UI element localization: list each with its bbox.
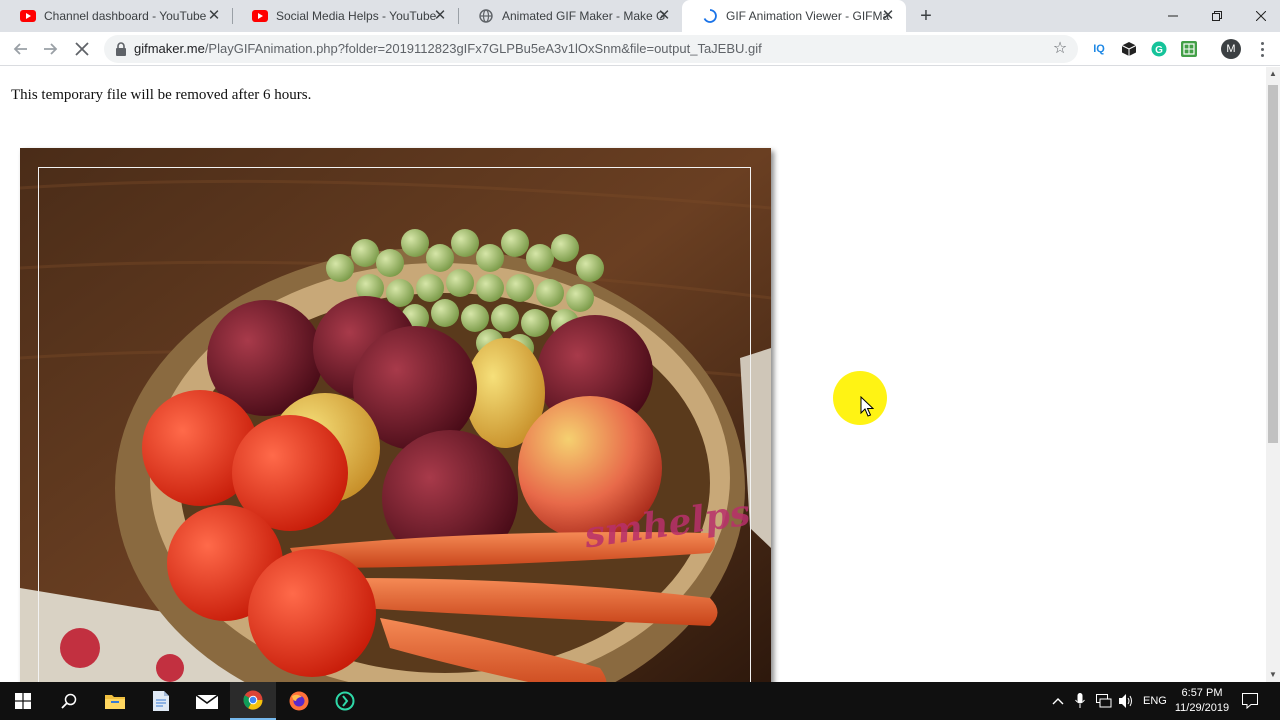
show-hidden-icons-icon[interactable] (1052, 682, 1064, 720)
network-icon[interactable] (1096, 682, 1112, 720)
restore-button[interactable] (1194, 0, 1240, 32)
search-icon[interactable] (46, 682, 92, 720)
back-button[interactable] (9, 37, 33, 61)
forward-button[interactable] (38, 37, 62, 61)
page-scrollbar[interactable]: ▲ ▼ (1266, 67, 1280, 682)
start-icon[interactable] (0, 682, 46, 720)
address-bar[interactable]: gifmaker.me/PlayGIFAnimation.php?folder=… (104, 35, 1078, 63)
browser-toolbar: gifmaker.me/PlayGIFAnimation.php?folder=… (0, 32, 1280, 66)
profile-avatar[interactable]: M (1221, 39, 1241, 59)
stop-loading-button[interactable] (70, 37, 94, 61)
bookmark-star-icon[interactable]: ☆ (1050, 39, 1070, 59)
firefox-icon[interactable] (276, 682, 322, 720)
browser-menu-icon[interactable] (1252, 37, 1272, 61)
tab-animated-gif-maker[interactable]: Animated GIF Maker - Make GIFs ✕ (458, 0, 682, 32)
clock-date: 11/29/2019 (1174, 702, 1230, 714)
youtube-icon (20, 8, 36, 24)
page-content: This temporary file will be removed afte… (0, 67, 1266, 682)
tab-strip: Channel dashboard - YouTube Studio ✕ Soc… (0, 0, 1280, 32)
app-icon[interactable] (322, 682, 368, 720)
grammarly-icon[interactable]: G (1150, 40, 1168, 58)
new-tab-button[interactable]: + (916, 6, 936, 26)
close-tab-icon[interactable]: ✕ (206, 8, 222, 24)
language-indicator[interactable]: ENG (1143, 682, 1167, 720)
chrome-icon[interactable] (230, 682, 276, 720)
tab-gif-animation-viewer[interactable]: GIF Animation Viewer - GIFMaker ✕ (682, 0, 906, 32)
close-window-button[interactable] (1238, 0, 1280, 32)
loading-spinner-icon (702, 8, 718, 24)
scrollbar-thumb[interactable] (1268, 85, 1278, 443)
mouse-cursor-icon (860, 395, 875, 423)
url-path: /PlayGIFAnimation.php?folder=2019112823g… (204, 41, 762, 56)
globe-icon (478, 8, 494, 24)
close-tab-icon[interactable]: ✕ (880, 8, 896, 24)
gif-animation-image: smhelps (20, 148, 771, 682)
microphone-icon[interactable] (1075, 682, 1085, 720)
tab-social-media-helps[interactable]: Social Media Helps - YouTube ✕ (232, 0, 458, 32)
minimize-button[interactable] (1150, 0, 1196, 32)
close-tab-icon[interactable]: ✕ (432, 8, 448, 24)
sheet-icon[interactable] (1180, 40, 1198, 58)
youtube-icon (252, 8, 268, 24)
system-clock[interactable]: 6:57 PM 11/29/2019 (1168, 686, 1236, 716)
windows-taskbar: ENG 6:57 PM 11/29/2019 (0, 682, 1280, 720)
tab-title: Channel dashboard - YouTube Studio (44, 9, 208, 23)
temporary-file-notice: This temporary file will be removed afte… (11, 87, 312, 103)
gif-inner-border (38, 167, 751, 682)
close-tab-icon[interactable]: ✕ (656, 8, 672, 24)
tab-title: GIF Animation Viewer - GIFMaker (726, 9, 890, 23)
tab-youtube-studio[interactable]: Channel dashboard - YouTube Studio ✕ (0, 0, 232, 32)
mail-icon[interactable] (184, 682, 230, 720)
document-icon[interactable] (138, 682, 184, 720)
file-explorer-icon[interactable] (92, 682, 138, 720)
tab-title: Animated GIF Maker - Make GIFs (502, 9, 666, 23)
notifications-icon[interactable] (1242, 682, 1258, 720)
tab-title: Social Media Helps - YouTube (276, 9, 437, 23)
url-text: gifmaker.me/PlayGIFAnimation.php?folder=… (134, 41, 762, 56)
svg-text:G: G (1155, 45, 1163, 56)
cube-icon[interactable] (1120, 40, 1138, 58)
volume-icon[interactable] (1119, 682, 1135, 720)
url-host: gifmaker.me (134, 41, 205, 56)
clock-time: 6:57 PM (1181, 687, 1223, 699)
iq-extension-icon[interactable]: IQ (1090, 40, 1108, 58)
lock-icon[interactable] (115, 42, 127, 56)
scroll-up-arrow-icon[interactable]: ▲ (1266, 67, 1280, 81)
scroll-down-arrow-icon[interactable]: ▼ (1266, 668, 1280, 682)
